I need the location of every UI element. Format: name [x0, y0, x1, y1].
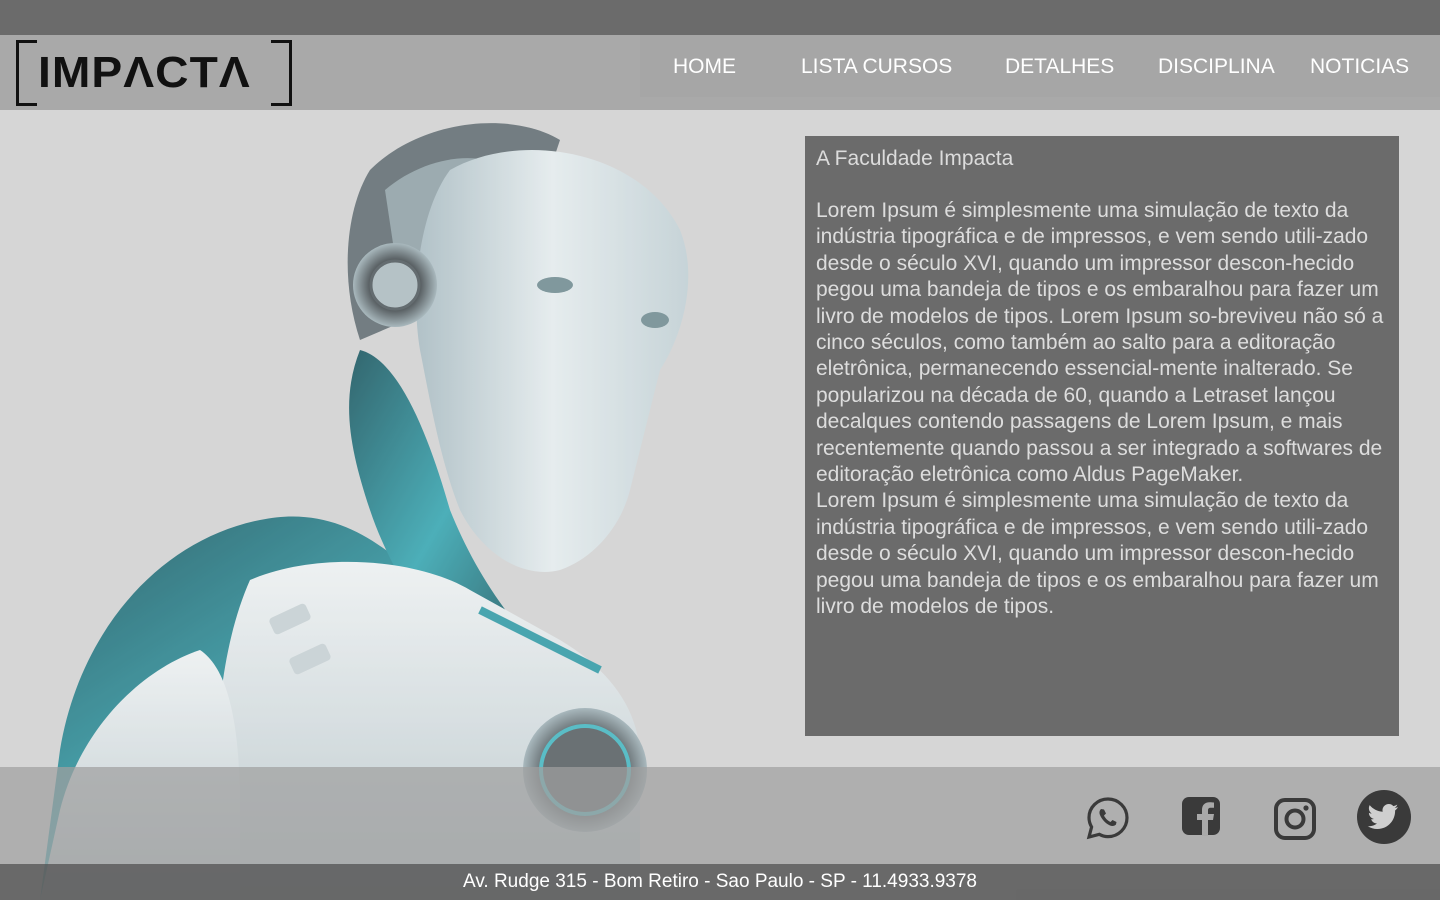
footer-address: Av. Rudge 315 - Bom Retiro - Sao Paulo -… — [0, 864, 1440, 900]
about-paragraph-1: Lorem Ipsum é simplesmente uma simulação… — [816, 199, 1384, 487]
nav-disciplina[interactable]: DISCIPLINA — [1158, 55, 1275, 79]
nav-noticias[interactable]: NOTICIAS — [1310, 55, 1409, 79]
nav-home[interactable]: HOME — [673, 55, 736, 79]
instagram-icon[interactable] — [1273, 797, 1317, 841]
about-panel: A Faculdade Impacta Lorem Ipsum é simple… — [805, 136, 1399, 736]
impacta-logo[interactable]: IMPΛCTΛ — [16, 40, 292, 106]
logo-text: IMPΛCTΛ — [38, 48, 251, 97]
nav-detalhes[interactable]: DETALHES — [1005, 55, 1114, 79]
logo-bracket-right — [271, 40, 292, 106]
logo-bracket-left — [16, 40, 37, 106]
top-strip — [0, 0, 1440, 35]
about-paragraph-2: Lorem Ipsum é simplesmente uma simulação… — [816, 489, 1379, 619]
nav-lista-cursos[interactable]: LISTA CURSOS — [801, 55, 952, 79]
twitter-icon[interactable] — [1357, 790, 1411, 844]
social-bar — [0, 767, 1440, 864]
facebook-icon[interactable] — [1181, 796, 1221, 836]
about-title: A Faculdade Impacta — [816, 147, 1014, 170]
whatsapp-icon[interactable] — [1086, 796, 1130, 840]
